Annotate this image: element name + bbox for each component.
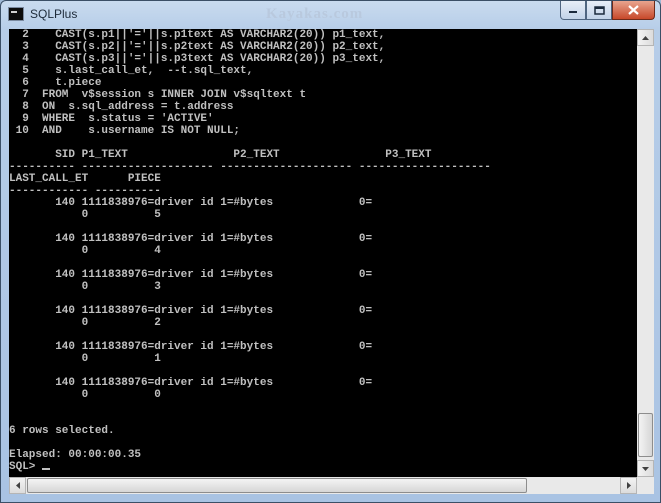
console-line: 6 rows selected. — [9, 425, 115, 437]
console-output-area[interactable]: 2 CAST(s.p1||'='||s.p1text AS VARCHAR2(2… — [9, 29, 637, 477]
vertical-scroll-thumb[interactable] — [638, 413, 653, 457]
console-line: Elapsed: 00:00:00.35 — [9, 449, 142, 461]
console-line: 8 ON s.sql_address = t.address — [9, 101, 234, 113]
arrow-right-icon — [626, 482, 631, 489]
console-line: 4 CAST(s.p3||'='||s.p3text AS VARCHAR2(2… — [9, 53, 386, 65]
console-line: 0 1 — [9, 353, 161, 365]
console-line: 0 0 — [9, 389, 161, 401]
horizontal-scrollbar[interactable] — [9, 477, 637, 494]
console-line: 0 4 — [9, 245, 161, 257]
arrow-left-icon — [15, 482, 20, 489]
console-line: 140 1111838976=driver id 1=#bytes 0= — [9, 197, 373, 209]
arrow-down-icon — [642, 466, 649, 471]
sql-prompt: SQL> — [9, 461, 43, 473]
arrow-up-icon — [642, 35, 649, 40]
watermark-text: Kayakas.com — [266, 6, 364, 22]
console-line: 0 5 — [9, 209, 161, 221]
console-line: ------------ ---------- — [9, 185, 161, 197]
console-line: 140 1111838976=driver id 1=#bytes 0= — [9, 233, 373, 245]
horizontal-scroll-thumb[interactable] — [27, 478, 527, 493]
close-icon — [628, 5, 639, 15]
scroll-right-button[interactable] — [620, 477, 637, 494]
maximize-button[interactable] — [586, 1, 612, 20]
console-line: 140 1111838976=driver id 1=#bytes 0= — [9, 269, 373, 281]
console-text: 2 CAST(s.p1||'='||s.p1text AS VARCHAR2(2… — [9, 29, 637, 473]
size-grip[interactable] — [637, 477, 654, 494]
close-button[interactable] — [612, 1, 655, 20]
console-line: 9 WHERE s.status = 'ACTIVE' — [9, 113, 214, 125]
console-line: 140 1111838976=driver id 1=#bytes 0= — [9, 377, 373, 389]
console-line: LAST_CALL_ET PIECE — [9, 173, 161, 185]
console-line: 2 CAST(s.p1||'='||s.p1text AS VARCHAR2(2… — [9, 29, 386, 41]
scroll-left-button[interactable] — [9, 477, 26, 494]
minimize-button[interactable] — [560, 1, 586, 20]
maximize-icon — [593, 5, 605, 15]
window-title: SQLPlus — [30, 7, 78, 21]
console-line: ---------- -------------------- --------… — [9, 161, 491, 173]
console-line: 140 1111838976=driver id 1=#bytes 0= — [9, 305, 373, 317]
sqlplus-console-icon[interactable] — [8, 7, 24, 21]
console-line: 10 AND s.username IS NOT NULL; — [9, 125, 241, 137]
console-line: 3 CAST(s.p2||'='||s.p2text AS VARCHAR2(2… — [9, 41, 386, 53]
console-line: SID P1_TEXT P2_TEXT P3_TEXT — [9, 149, 432, 161]
title-bar[interactable]: SQLPlus Kayakas.com — [1, 1, 660, 27]
scroll-up-button[interactable] — [637, 29, 654, 46]
vertical-scrollbar[interactable] — [637, 29, 654, 477]
sqlplus-window: SQLPlus Kayakas.com 2 CAST(s.p1||'='||s.… — [0, 0, 661, 503]
console-line: 7 FROM v$session s INNER JOIN v$sqltext … — [9, 89, 307, 101]
text-cursor — [42, 468, 51, 470]
console-line: 0 3 — [9, 281, 161, 293]
console-line: 5 s.last_call_et, --t.sql_text, — [9, 65, 254, 77]
scroll-down-button[interactable] — [637, 460, 654, 477]
console-line: 140 1111838976=driver id 1=#bytes 0= — [9, 341, 373, 353]
window-controls — [560, 1, 655, 20]
console-lines: 2 CAST(s.p1||'='||s.p1text AS VARCHAR2(2… — [9, 29, 491, 461]
console-line: 6 t.piece — [9, 77, 102, 89]
minimize-icon — [569, 11, 577, 13]
console-line: 0 2 — [9, 317, 161, 329]
